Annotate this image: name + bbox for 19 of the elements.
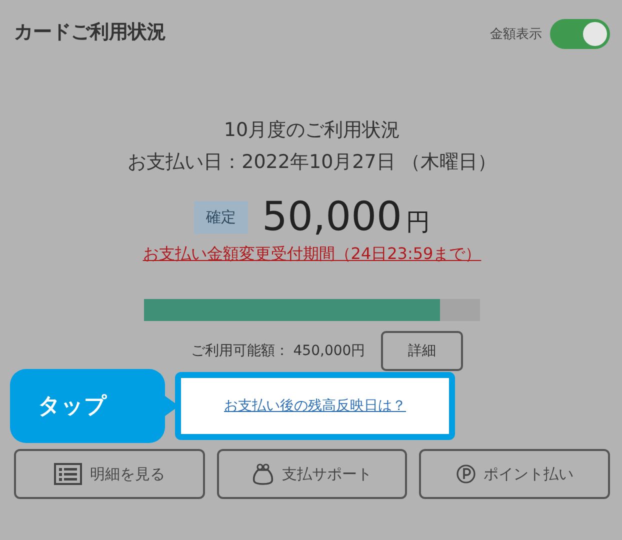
currency: 円 (406, 208, 430, 236)
detail-button[interactable]: 詳細 (381, 331, 464, 371)
payment-date: お支払い日：2022年10月27日 （木曜日） (128, 150, 496, 175)
available-amount: ご利用可能額： 450,000円 (190, 342, 366, 360)
toggle-label: 金額表示 (490, 26, 542, 43)
amount-toggle[interactable] (550, 19, 610, 49)
point-icon (456, 464, 476, 484)
change-period-link[interactable]: お支払い金額変更受付期間（24日23:59まで） (142, 244, 482, 265)
purse-icon (252, 463, 274, 485)
action-button[interactable]: 明細を見る (14, 449, 205, 499)
callout-label: タップ (38, 393, 107, 421)
list-icon (54, 463, 82, 485)
status-tag: 確定 (194, 200, 248, 234)
card-title: カードご利用状況 (14, 20, 166, 45)
action-button[interactable]: 支払サポート (216, 449, 408, 499)
month-heading: 10月度のご利用状況 (224, 118, 400, 143)
action-button[interactable]: ポイント払い (419, 449, 610, 499)
balance-date-link[interactable]: お支払い後の残高反映日は？ (224, 397, 406, 415)
amount: 50,000 (262, 194, 402, 240)
